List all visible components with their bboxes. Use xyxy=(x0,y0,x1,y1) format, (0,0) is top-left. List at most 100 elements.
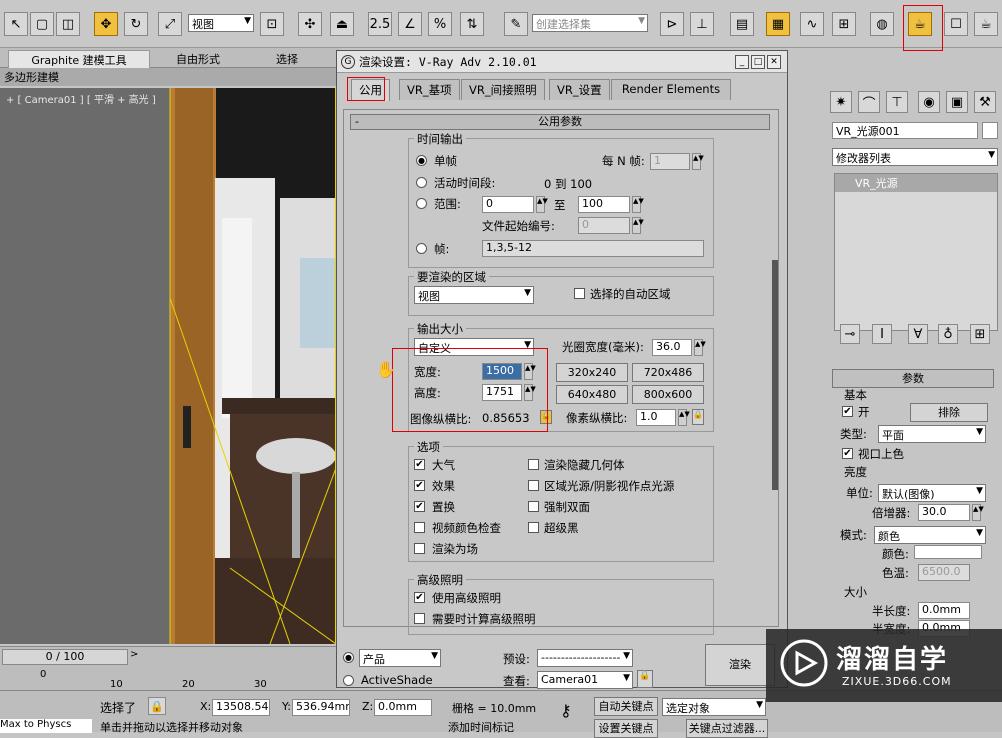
x-coord-field[interactable]: 13508.54m xyxy=(212,699,270,716)
z-coord-field[interactable]: 0.0mm xyxy=(374,699,432,716)
scrollbar-thumb[interactable] xyxy=(772,260,778,490)
y-coord-field[interactable]: 536.94mm xyxy=(292,699,350,716)
range-to-spinner[interactable]: ▲▼ xyxy=(632,196,644,213)
close-icon[interactable]: ✕ xyxy=(767,55,781,69)
viewport-label[interactable]: + [ Camera01 ] [ 平滑 + 高光 ] xyxy=(6,91,156,106)
single-frame-radio[interactable]: ● xyxy=(416,155,427,166)
file-start-field[interactable]: 0 xyxy=(578,217,630,234)
key-filters-button[interactable]: 关键点过滤器... xyxy=(686,719,768,738)
use-advanced-lighting-checkbox[interactable]: ✔ xyxy=(414,592,425,603)
half-length-field[interactable]: 0.0mm xyxy=(918,602,970,619)
angle-snap-icon[interactable]: ∠ xyxy=(398,12,422,36)
range-to-field[interactable]: 100 xyxy=(578,196,630,213)
edit-named-selection-icon[interactable]: ✎ xyxy=(504,12,528,36)
material-editor-icon[interactable]: ◍ xyxy=(870,12,894,36)
rotate-icon[interactable]: ↻ xyxy=(124,12,148,36)
production-radio[interactable]: ● xyxy=(343,652,354,663)
next-frame-icon[interactable]: > xyxy=(130,649,144,665)
display-tab-icon[interactable]: ▣ xyxy=(946,91,968,113)
pixel-aspect-field[interactable]: 1.0 xyxy=(636,409,676,426)
spinner-snap-icon[interactable]: ⇅ xyxy=(460,12,484,36)
maxscript-listener[interactable]: Max to Physcs xyxy=(0,719,92,733)
select-manipulate-icon[interactable]: ✣ xyxy=(298,12,322,36)
scale-icon[interactable]: ⤢ xyxy=(158,12,182,36)
aperture-spinner[interactable]: ▲▼ xyxy=(694,339,706,356)
object-name-field[interactable]: VR_光源001 xyxy=(832,122,978,139)
curve-editor-icon[interactable]: ∿ xyxy=(800,12,824,36)
set-key-button[interactable]: 设置关键点 xyxy=(594,719,658,738)
snaps-icon[interactable]: 2.5 xyxy=(368,12,392,36)
on-checkbox[interactable]: ✔ xyxy=(842,406,853,417)
preset-320x240-button[interactable]: 320x240 xyxy=(556,363,628,382)
keyboard-shortcut-icon[interactable]: ⏏ xyxy=(330,12,354,36)
move-icon[interactable]: ✥ xyxy=(94,12,118,36)
camera-viewport[interactable] xyxy=(0,88,337,645)
mode-dropdown[interactable]: 颜色 xyxy=(874,526,986,544)
view-dropdown[interactable]: Camera01 xyxy=(537,671,633,689)
activeshade-radio[interactable] xyxy=(343,675,354,686)
graphite-toggle-icon[interactable]: ▦ xyxy=(766,12,790,36)
every-n-field[interactable]: 1 xyxy=(650,153,690,170)
render-to-fields-checkbox[interactable] xyxy=(414,543,425,554)
render-production-icon[interactable]: ☕ xyxy=(974,12,998,36)
render-mode-dropdown[interactable]: 产品 xyxy=(359,649,441,667)
preset-720x486-button[interactable]: 720x486 xyxy=(632,363,704,382)
tab-vr-settings[interactable]: VR_设置 xyxy=(549,79,610,100)
unit-dropdown[interactable]: 默认(图像) xyxy=(878,484,986,502)
pivot-icon[interactable]: ⊡ xyxy=(260,12,284,36)
preset-dropdown[interactable]: -------------------- xyxy=(537,649,633,667)
active-segment-radio[interactable] xyxy=(416,177,427,188)
create-tab-icon[interactable]: ✷ xyxy=(830,91,852,113)
preset-640x480-button[interactable]: 640x480 xyxy=(556,385,628,404)
ribbon-tab-freeform[interactable]: 自由形式 xyxy=(168,50,228,68)
color-swatch[interactable] xyxy=(914,545,982,559)
align-icon[interactable]: ⊥ xyxy=(690,12,714,36)
tab-render-elements[interactable]: Render Elements xyxy=(611,79,731,100)
remove-modifier-icon[interactable]: ♁ xyxy=(938,324,958,344)
pin-stack-icon[interactable]: ⊸ xyxy=(840,324,860,344)
minimize-icon[interactable]: _ xyxy=(735,55,749,69)
object-color-swatch[interactable] xyxy=(982,122,998,139)
frames-radio[interactable] xyxy=(416,243,427,254)
hierarchy-tab-icon[interactable]: ⊤ xyxy=(886,91,908,113)
preset-800x600-button[interactable]: 800x600 xyxy=(632,385,704,404)
modifier-list-dropdown[interactable]: 修改器列表 xyxy=(832,148,998,166)
select-icon[interactable]: ↖ xyxy=(4,12,28,36)
make-unique-icon[interactable]: ∀ xyxy=(908,324,928,344)
range-from-spinner[interactable]: ▲▼ xyxy=(536,196,548,213)
render-hidden-checkbox[interactable] xyxy=(528,459,539,470)
percent-snap-icon[interactable]: % xyxy=(428,12,452,36)
render-area-dropdown[interactable]: 视图 xyxy=(414,286,534,304)
multiplier-field[interactable]: 30.0 xyxy=(918,504,970,521)
super-black-checkbox[interactable] xyxy=(528,522,539,533)
parameters-rollout[interactable]: 参数 xyxy=(832,369,994,388)
temperature-field[interactable]: 6500.0 xyxy=(918,564,970,581)
auto-region-checkbox[interactable] xyxy=(574,288,585,299)
configure-sets-icon[interactable]: ⊞ xyxy=(970,324,990,344)
modify-tab-icon[interactable]: ⌒ xyxy=(858,91,880,113)
ribbon-tab-selection[interactable]: 选择 xyxy=(268,50,306,68)
rect-select-icon[interactable]: ▢ xyxy=(30,12,54,36)
rendered-frame-window-icon[interactable]: ☐ xyxy=(944,12,968,36)
force-2sided-checkbox[interactable] xyxy=(528,501,539,512)
named-selection-set[interactable]: 创建选择集 xyxy=(532,14,648,32)
displacement-checkbox[interactable]: ✔ xyxy=(414,501,425,512)
tab-vr-base[interactable]: VR_基项 xyxy=(399,79,460,100)
exclude-button[interactable]: 排除 xyxy=(910,403,988,422)
lock-selection-icon[interactable]: 🔒 xyxy=(148,697,166,715)
modifier-stack-item[interactable]: VR_光源 xyxy=(835,174,997,192)
file-start-spinner[interactable]: ▲▼ xyxy=(632,217,644,234)
render-button[interactable]: 渲染 xyxy=(705,644,775,686)
every-n-spinner[interactable]: ▲▼ xyxy=(692,153,704,170)
motion-tab-icon[interactable]: ◉ xyxy=(918,91,940,113)
range-from-field[interactable]: 0 xyxy=(482,196,534,213)
ribbon-sub-label[interactable]: 多边形建模 xyxy=(0,68,340,86)
common-params-rollout[interactable]: - 公用参数 xyxy=(350,114,770,130)
tab-vr-gi[interactable]: VR_间接照明 xyxy=(461,79,545,100)
reference-coord-select[interactable]: 视图 xyxy=(188,14,254,32)
area-lights-checkbox[interactable] xyxy=(528,480,539,491)
aperture-field[interactable]: 36.0 xyxy=(652,339,692,356)
frames-field[interactable]: 1,3,5-12 xyxy=(482,240,704,257)
layer-manager-icon[interactable]: ▤ xyxy=(730,12,754,36)
effects-checkbox[interactable]: ✔ xyxy=(414,480,425,491)
